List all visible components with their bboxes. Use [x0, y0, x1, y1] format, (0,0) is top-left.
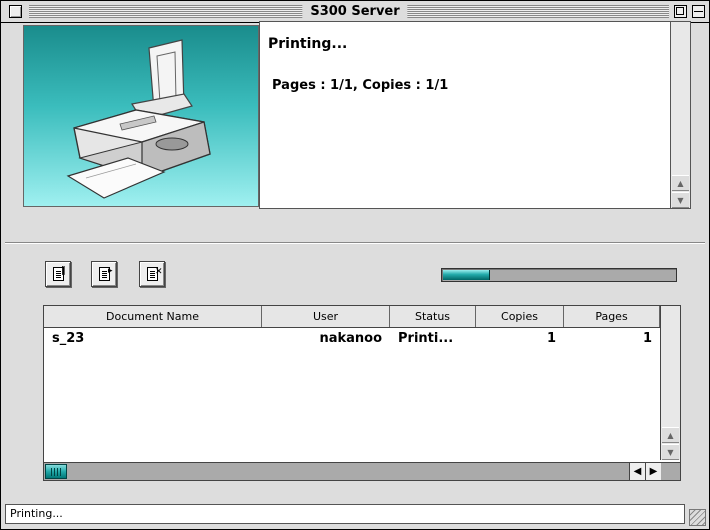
info-scrollbar[interactable]: ▲ ▼ — [670, 22, 690, 208]
zoom-box[interactable] — [674, 5, 687, 18]
table-horizontal-scrollbar[interactable]: ◀ ▶ — [44, 462, 680, 480]
printer-image — [23, 25, 259, 207]
scroll-down-icon[interactable]: ▼ — [662, 444, 679, 460]
column-status[interactable]: Status — [390, 306, 476, 327]
title-bar[interactable]: S300 Server — [1, 1, 709, 23]
table-row[interactable]: s_23 nakanoo Printi... 1 1 — [44, 328, 660, 350]
cell-document-name: s_23 — [52, 331, 85, 346]
delete-button[interactable]: ✕ — [139, 261, 165, 287]
scroll-thumb[interactable] — [45, 464, 67, 479]
cell-copies: 1 — [546, 331, 556, 346]
panel-divider — [5, 242, 705, 244]
scroll-right-icon[interactable]: ▶ — [645, 463, 661, 480]
resume-badge-icon: ▸ — [108, 266, 113, 276]
job-info-panel: Printing... Pages : 1/1, Copies : 1/1 ▲ … — [259, 21, 691, 209]
close-box[interactable] — [9, 5, 22, 18]
cell-pages: 1 — [642, 331, 652, 346]
printer-icon — [66, 39, 211, 199]
column-user[interactable]: User — [262, 306, 390, 327]
cell-status: Printi... — [398, 331, 454, 346]
column-copies[interactable]: Copies — [476, 306, 564, 327]
pause-badge-icon: ‖ — [61, 266, 66, 276]
collapse-box[interactable] — [692, 5, 705, 18]
pause-button[interactable]: ‖ — [45, 261, 71, 287]
status-bar: Printing... — [5, 504, 685, 524]
scroll-down-icon[interactable]: ▼ — [672, 192, 689, 208]
resize-handle-icon[interactable] — [689, 509, 706, 526]
table-vertical-scrollbar[interactable]: ▲ ▼ — [660, 306, 680, 460]
table-header: Document Name User Status Copies Pages — [44, 306, 660, 328]
column-document-name[interactable]: Document Name — [44, 306, 262, 327]
resume-button[interactable]: ▸ — [91, 261, 117, 287]
column-pages[interactable]: Pages — [564, 306, 660, 327]
print-server-window: S300 Server Printing... Pages : 1/1, Cop… — [0, 0, 710, 530]
job-status-text: Printing... — [268, 36, 348, 52]
scroll-left-icon[interactable]: ◀ — [629, 463, 645, 480]
delete-badge-icon: ✕ — [155, 267, 163, 277]
scroll-up-icon[interactable]: ▲ — [662, 427, 679, 443]
progress-bar — [441, 268, 677, 282]
table-body: s_23 nakanoo Printi... 1 1 — [44, 328, 660, 350]
print-queue-table: Document Name User Status Copies Pages s… — [43, 305, 681, 481]
window-title: S300 Server — [302, 2, 408, 21]
scroll-up-icon[interactable]: ▲ — [672, 175, 689, 191]
job-progress-detail: Pages : 1/1, Copies : 1/1 — [272, 78, 449, 93]
cell-user: nakanoo — [319, 331, 382, 346]
progress-fill — [443, 270, 490, 280]
